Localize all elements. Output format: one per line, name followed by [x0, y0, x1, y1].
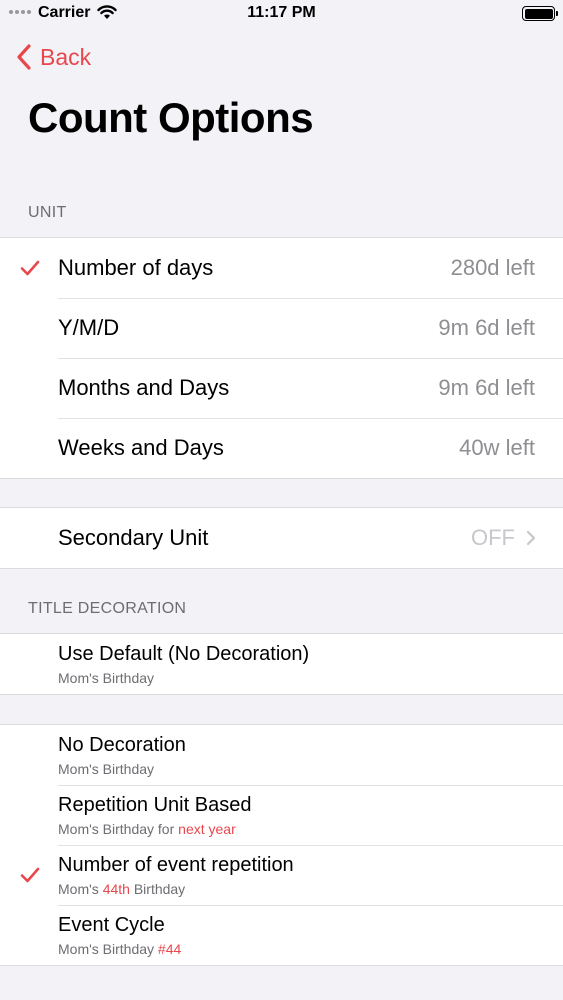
- chevron-right-icon: [526, 530, 536, 546]
- status-time: 11:17 PM: [247, 4, 316, 21]
- unit-option-value: 40w left: [459, 435, 535, 460]
- unit-option-label: Number of days: [58, 255, 214, 280]
- unit-option-value: 9m 6d left: [438, 315, 535, 340]
- subtitle-text: Mom's Birthday: [58, 761, 155, 777]
- unit-option-label: Y/M/D: [58, 315, 120, 340]
- decoration-option-subtitle: Mom's Birthday for next year: [58, 821, 236, 837]
- unit-group: Number of days 280d left Y/M/D 9m 6d lef…: [0, 237, 563, 479]
- unit-option-months-and-days[interactable]: Months and Days 9m 6d left: [0, 358, 563, 418]
- status-bar: Carrier 11:17 PM: [0, 0, 563, 28]
- page-title: Count Options: [28, 94, 314, 141]
- secondary-unit-value: OFF: [471, 525, 515, 550]
- unit-section-header: UNIT: [28, 204, 67, 221]
- secondary-unit-group: Secondary Unit OFF: [0, 507, 563, 569]
- checkmark-icon: [20, 260, 40, 276]
- checkmark-icon: [20, 867, 40, 883]
- secondary-unit-label: Secondary Unit: [58, 525, 209, 550]
- decoration-option-subtitle: Mom's Birthday #44: [58, 941, 181, 957]
- decoration-option-repetition-unit-based[interactable]: Repetition Unit Based Mom's Birthday for…: [0, 785, 563, 845]
- subtitle-accent: next year: [178, 821, 236, 837]
- battery-icon: [522, 6, 558, 21]
- unit-option-weeks-and-days[interactable]: Weeks and Days 40w left: [0, 418, 563, 478]
- subtitle-text: Mom's: [58, 881, 103, 897]
- unit-option-label: Weeks and Days: [58, 435, 224, 460]
- chevron-left-icon: [17, 44, 31, 70]
- title-decoration-default-group: Use Default (No Decoration) Mom's Birthd…: [0, 633, 563, 695]
- subtitle-text: Birthday: [129, 881, 186, 897]
- unit-option-value: 280d left: [450, 255, 535, 280]
- decoration-option-title: Number of event repetition: [58, 854, 294, 876]
- decoration-option-event-cycle[interactable]: Event Cycle Mom's Birthday #44: [0, 905, 563, 965]
- decoration-option-title: No Decoration: [58, 734, 186, 756]
- subtitle-accent: 44th: [102, 881, 130, 897]
- back-button[interactable]: Back: [16, 40, 91, 74]
- subtitle-accent: #44: [157, 941, 182, 957]
- decoration-option-title: Event Cycle: [58, 914, 165, 936]
- decoration-option-use-default[interactable]: Use Default (No Decoration) Mom's Birthd…: [0, 634, 563, 694]
- decoration-option-title: Use Default (No Decoration): [58, 643, 310, 665]
- decoration-option-subtitle: Mom's Birthday: [58, 670, 155, 686]
- subtitle-text: Mom's Birthday for: [58, 821, 179, 837]
- subtitle-text: Mom's Birthday: [58, 941, 158, 957]
- secondary-unit-row[interactable]: Secondary Unit OFF: [0, 508, 563, 568]
- unit-option-label: Months and Days: [58, 375, 230, 400]
- title-decoration-header: TITLE DECORATION: [28, 600, 187, 617]
- decoration-option-subtitle: Mom's Birthday: [58, 761, 154, 777]
- unit-option-number-of-days[interactable]: Number of days 280d left: [0, 238, 563, 298]
- unit-option-value: 9m 6d left: [438, 375, 535, 400]
- back-label: Back: [40, 43, 92, 70]
- decoration-option-subtitle: Mom's 44th Birthday: [58, 881, 185, 897]
- unit-option-ymd[interactable]: Y/M/D 9m 6d left: [0, 298, 563, 358]
- decoration-option-number-of-event-repetition[interactable]: Number of event repetition Mom's 44th Bi…: [0, 845, 563, 905]
- decoration-option-no-decoration[interactable]: No Decoration Mom's Birthday: [0, 725, 563, 785]
- title-decoration-options-group: No Decoration Mom's Birthday Repetition …: [0, 724, 563, 966]
- decoration-option-title: Repetition Unit Based: [58, 794, 252, 816]
